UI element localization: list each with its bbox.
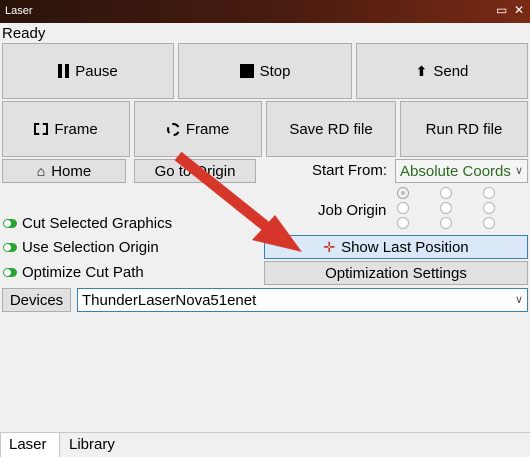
close-icon[interactable]: ✕ (514, 3, 524, 17)
chevron-down-icon: ∨ (514, 165, 523, 177)
optimize-cut-path-label: Optimize Cut Path (22, 264, 144, 281)
job-origin-label: Job Origin (318, 202, 387, 219)
tab-library-label: Library (69, 436, 115, 453)
start-from-select[interactable]: Absolute Coords ∨ (395, 159, 528, 183)
pause-icon (58, 64, 70, 78)
job-origin-radio-bottom-right[interactable] (483, 217, 495, 229)
stop-label: Stop (259, 62, 291, 80)
go-to-origin-label: Go to Origin (154, 162, 236, 180)
use-selection-origin-label: Use Selection Origin (22, 239, 159, 256)
job-origin-radio-top-right[interactable] (483, 187, 495, 199)
save-rd-label: Save RD file (289, 120, 373, 138)
job-origin-radio-bottom-center[interactable] (440, 217, 452, 229)
job-origin-radio-mid-right[interactable] (483, 202, 495, 214)
crosshair-icon: ✛ (323, 238, 336, 255)
cut-selected-toggle[interactable] (3, 219, 17, 228)
tab-library[interactable]: Library (61, 433, 131, 457)
home-icon: ⌂ (36, 163, 46, 179)
frame-circle-icon (166, 122, 180, 136)
job-origin-radio-top-left[interactable] (397, 187, 409, 199)
start-from-value: Absolute Coords (400, 162, 511, 180)
stop-button[interactable]: Stop (178, 43, 352, 99)
use-selection-origin-toggle[interactable] (3, 243, 17, 252)
window-title: Laser (5, 5, 33, 17)
job-origin-radio-bottom-left[interactable] (397, 217, 409, 229)
pause-label: Pause (75, 62, 118, 80)
go-to-origin-button[interactable]: Go to Origin (134, 159, 256, 183)
show-last-position-button[interactable]: ✛ Show Last Position (264, 235, 528, 259)
run-rd-label: Run RD file (425, 120, 503, 138)
optimization-settings-label: Optimization Settings (325, 264, 467, 282)
job-origin-radio-mid-center[interactable] (440, 202, 452, 214)
cut-selected-label: Cut Selected Graphics (22, 215, 173, 232)
job-origin-radio-mid-left[interactable] (397, 202, 409, 214)
optimization-settings-button[interactable]: Optimization Settings (264, 261, 528, 285)
frame-rect-icon (34, 123, 49, 135)
bottom-tab-bar: Laser Library (0, 432, 530, 457)
restore-icon[interactable]: ▭ (496, 3, 507, 17)
tab-laser[interactable]: Laser (0, 433, 60, 457)
pause-button[interactable]: Pause (2, 43, 174, 99)
run-rd-button[interactable]: Run RD file (400, 101, 528, 157)
upload-arrow-icon: ⬆ (415, 62, 428, 79)
optimize-cut-path-toggle[interactable] (3, 268, 17, 277)
title-bar: Laser ▭ ✕ (0, 0, 530, 23)
stop-icon (239, 64, 254, 78)
start-from-label: Start From: (312, 162, 388, 179)
tab-laser-label: Laser (9, 436, 47, 453)
devices-label: Devices (9, 291, 64, 309)
show-last-position-label: Show Last Position (341, 238, 469, 256)
device-value: ThunderLaserNova51enet (82, 291, 257, 309)
frame-rect-label: Frame (54, 120, 98, 138)
save-rd-button[interactable]: Save RD file (266, 101, 396, 157)
send-button[interactable]: ⬆ Send (356, 43, 528, 99)
job-origin-radio-top-center[interactable] (440, 187, 452, 199)
send-label: Send (433, 62, 469, 80)
device-select[interactable]: ThunderLaserNova51enet ∨ (77, 288, 528, 312)
frame-circle-button[interactable]: Frame (134, 101, 262, 157)
home-button[interactable]: ⌂ Home (2, 159, 126, 183)
status-text: Ready (2, 25, 46, 42)
chevron-down-icon: ∨ (514, 294, 523, 306)
frame-rect-button[interactable]: Frame (2, 101, 130, 157)
frame-circle-label: Frame (185, 120, 230, 138)
home-label: Home (51, 162, 92, 180)
devices-button[interactable]: Devices (2, 288, 71, 312)
